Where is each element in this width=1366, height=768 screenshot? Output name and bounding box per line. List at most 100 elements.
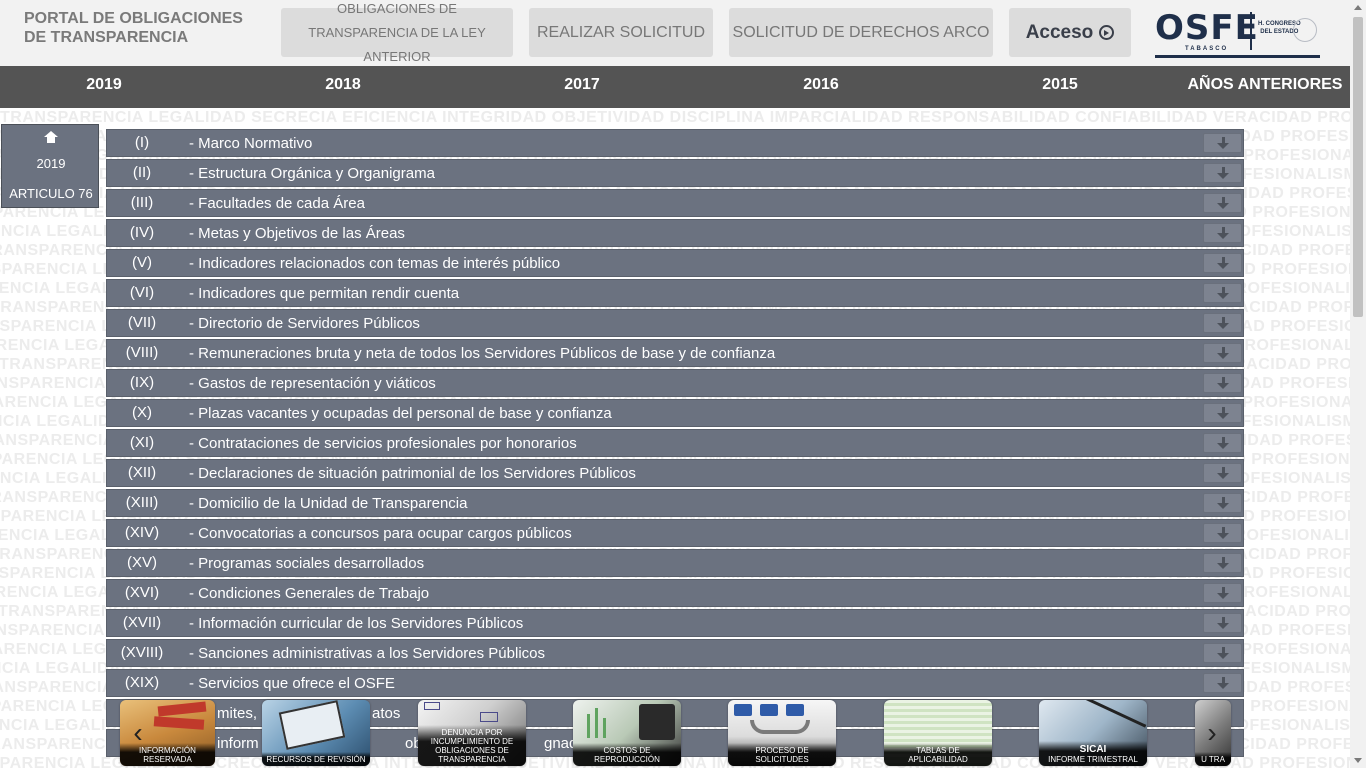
tile-tablas-aplicabilidad[interactable]: TABLAS DE APLICABILIDAD	[884, 700, 992, 766]
sicai-title: SICAI	[1079, 744, 1107, 755]
download-button[interactable]	[1203, 613, 1242, 633]
list-item[interactable]: (VI) - Indicadores que permitan rendir cu…	[106, 279, 1244, 307]
congreso-seal-icon	[1293, 18, 1317, 42]
list-item[interactable]: (XI) - Contrataciones de servicios profes…	[106, 429, 1244, 457]
list-item[interactable]: (IX) - Gastos de representación y viático…	[106, 369, 1244, 397]
services-carousel: INFORMACIÓN RESERVADA RECURSOS DE REVISI…	[0, 700, 1350, 768]
scroll-thumb[interactable]	[1353, 17, 1363, 317]
download-button[interactable]	[1203, 163, 1242, 183]
item-number: (III)	[130, 194, 154, 211]
download-arrow-icon	[1217, 257, 1230, 270]
download-button[interactable]	[1203, 253, 1242, 273]
download-button[interactable]	[1203, 553, 1242, 573]
list-item[interactable]: (XVII) - Información curricular de los Se…	[106, 609, 1244, 637]
item-label: - Información curricular de los Servidor…	[189, 615, 524, 632]
list-item[interactable]: (III) - Facultades de cada Área	[106, 189, 1244, 217]
download-arrow-icon	[1217, 317, 1230, 330]
list-item[interactable]: (I) - Marco Normativo	[106, 129, 1244, 157]
download-button[interactable]	[1203, 433, 1242, 453]
tile-sicai[interactable]: SICAI INFORME TRIMESTRAL	[1039, 700, 1147, 766]
item-label: - Programas sociales desarrollados	[189, 555, 425, 572]
portal-title: PORTAL DE OBLIGACIONES DE TRANSPARENCIA	[24, 10, 243, 46]
download-button[interactable]	[1203, 583, 1242, 603]
tile-denuncia[interactable]: DENUNCIA POR INCUMPLIMIENTO DE OBLIGACIO…	[418, 700, 526, 766]
logo-separator	[1250, 12, 1252, 50]
list-item[interactable]: (V) - Indicadores relacionados con temas …	[106, 249, 1244, 277]
item-label: - Condiciones Generales de Trabajo	[189, 585, 430, 602]
download-button[interactable]	[1203, 193, 1242, 213]
download-arrow-icon	[1217, 197, 1230, 210]
page-scrollbar[interactable]	[1350, 0, 1366, 768]
download-button[interactable]	[1203, 133, 1242, 153]
list-item[interactable]: (XVI) - Condiciones Generales de Trabajo	[106, 579, 1244, 607]
tile-caption: PROCESO DE SOLICITUDES	[728, 743, 836, 766]
item-number: (VII)	[127, 314, 157, 331]
download-button[interactable]	[1203, 673, 1242, 693]
item-label: - Remuneraciones bruta y neta de todos l…	[189, 345, 776, 362]
realizar-solicitud-button[interactable]: REALIZAR SOLICITUD	[529, 8, 713, 57]
scroll-up-icon[interactable]	[1354, 5, 1362, 10]
item-number: (XII)	[127, 464, 157, 481]
download-arrow-icon	[1217, 587, 1230, 600]
tile-caption: SICAI INFORME TRIMESTRAL	[1039, 741, 1147, 766]
tile-proceso-solicitudes[interactable]: PROCESO DE SOLICITUDES	[728, 700, 836, 766]
item-label: - Sanciones administrativas a los Servid…	[189, 645, 545, 662]
tile-recursos-revision[interactable]: RECURSOS DE REVISIÓN	[262, 700, 370, 766]
download-button[interactable]	[1203, 223, 1242, 243]
item-number: (XVIII)	[120, 644, 164, 661]
item-number: (XI)	[129, 434, 155, 451]
list-item[interactable]: (VIII) - Remuneraciones bruta y neta de t…	[106, 339, 1244, 367]
download-button[interactable]	[1203, 643, 1242, 663]
list-item[interactable]: (XV) - Programas sociales desarrollados	[106, 549, 1244, 577]
item-label: - Domicilio de la Unidad de Transparenci…	[189, 495, 468, 512]
download-button[interactable]	[1203, 283, 1242, 303]
download-arrow-icon	[1217, 377, 1230, 390]
side-home-box[interactable]: 2019 ARTICULO 76	[1, 124, 99, 208]
carousel-next-icon[interactable]: ›	[1198, 718, 1226, 752]
ley-anterior-button[interactable]: OBLIGACIONES DE TRANSPARENCIA DE LA LEY …	[281, 1, 513, 64]
download-button[interactable]	[1203, 313, 1242, 333]
home-icon	[44, 131, 58, 143]
logo-subtitle: TABASCO	[1185, 46, 1229, 52]
tile-costos-reproduccion[interactable]: COSTOS DE REPRODUCCIÓN	[573, 700, 681, 766]
list-item[interactable]: (II) - Estructura Orgánica y Organigrama	[106, 159, 1244, 187]
download-button[interactable]	[1203, 523, 1242, 543]
download-button[interactable]	[1203, 343, 1242, 363]
year-tab-2017[interactable]: 2017	[522, 66, 642, 108]
list-item[interactable]: (XIII) - Domicilio de la Unidad de Transp…	[106, 489, 1244, 517]
list-item[interactable]: (XII) - Declaraciones de situación patrim…	[106, 459, 1244, 487]
year-tab-2019[interactable]: 2019	[44, 66, 164, 108]
item-number: (XIV)	[124, 524, 160, 541]
item-number: (V)	[132, 254, 152, 271]
download-button[interactable]	[1203, 463, 1242, 483]
sicai-subtitle: INFORME TRIMESTRAL	[1048, 755, 1138, 764]
list-item[interactable]: (VII) - Directorio de Servidores Públicos	[106, 309, 1244, 337]
list-item[interactable]: (XIX) - Servicios que ofrece el OSFE	[106, 669, 1244, 697]
scroll-down-icon[interactable]	[1354, 758, 1362, 763]
acceso-button[interactable]: Acceso	[1009, 8, 1131, 57]
item-label: - Declaraciones de situación patrimonial…	[189, 465, 636, 482]
osfe-logo[interactable]: OSFE TABASCO H. CONGRESO DEL ESTADO	[1155, 8, 1320, 58]
list-item[interactable]: (X) - Plazas vacantes y ocupadas del pers…	[106, 399, 1244, 427]
download-button[interactable]	[1203, 403, 1242, 423]
download-arrow-icon	[1217, 677, 1230, 690]
download-button[interactable]	[1203, 493, 1242, 513]
item-label: - Plazas vacantes y ocupadas del persona…	[189, 405, 612, 422]
year-tab-2016[interactable]: 2016	[761, 66, 881, 108]
item-label: - Metas y Objetivos de las Áreas	[189, 225, 405, 242]
carousel-prev-icon[interactable]: ‹	[124, 718, 152, 752]
item-number: (II)	[132, 164, 152, 181]
list-item[interactable]: (XIV) - Convocatorias a concursos para oc…	[106, 519, 1244, 547]
list-item[interactable]: (XVIII) - Sanciones administrativas a los…	[106, 639, 1244, 667]
download-arrow-icon	[1217, 497, 1230, 510]
derechos-arco-button[interactable]: SOLICITUD DE DERECHOS ARCO	[729, 8, 993, 57]
download-arrow-icon	[1217, 557, 1230, 570]
year-tab-2015[interactable]: 2015	[1000, 66, 1120, 108]
list-item[interactable]: (IV) - Metas y Objetivos de las Áreas	[106, 219, 1244, 247]
download-arrow-icon	[1217, 347, 1230, 360]
item-label: - Contrataciones de servicios profesiona…	[189, 435, 577, 452]
download-arrow-icon	[1217, 287, 1230, 300]
year-tab-2018[interactable]: 2018	[283, 66, 403, 108]
download-button[interactable]	[1203, 373, 1242, 393]
year-tab-anteriores[interactable]: AÑOS ANTERIORES	[1186, 66, 1344, 108]
